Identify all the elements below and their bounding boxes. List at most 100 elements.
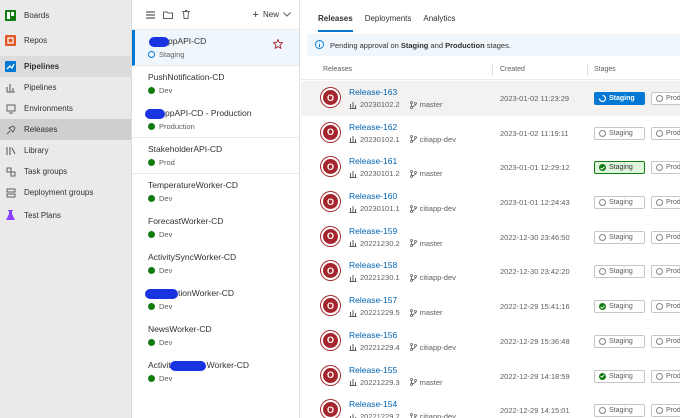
- branch-name: master: [419, 100, 443, 109]
- created-date: 2023-01-02 11:23:29: [500, 94, 570, 103]
- delete-icon[interactable]: [180, 9, 192, 21]
- stage-staging[interactable]: Staging: [594, 300, 645, 314]
- nav-item-test-plans[interactable]: Test Plans: [0, 205, 131, 226]
- definition-name: ActivitySyncWorker-CD: [148, 252, 237, 262]
- tab-releases[interactable]: Releases: [318, 14, 353, 32]
- release-name-link[interactable]: Release-162: [349, 122, 397, 132]
- table-row[interactable]: O Release-156 20221229.4 citiapp-dev 2022-12…: [301, 324, 680, 359]
- definition-item[interactable]: Activit Worker-CD Dev: [132, 354, 299, 390]
- stage-staging[interactable]: Staging: [594, 230, 645, 244]
- definition-env: Dev: [159, 374, 173, 383]
- release-name-link[interactable]: Release-158: [349, 260, 397, 270]
- stage-staging[interactable]: Staging: [594, 196, 645, 210]
- stage-production[interactable]: Produ: [651, 369, 680, 383]
- stage-production[interactable]: Produ: [651, 161, 680, 175]
- succeeded-status-icon: [148, 267, 155, 274]
- nav-item-library[interactable]: Library: [0, 140, 131, 161]
- stage-label: Staging: [609, 164, 633, 172]
- not-deployed-icon: [656, 129, 663, 137]
- table-row[interactable]: O Release-158 20221230.1 citiapp-dev 2022-12…: [301, 254, 680, 289]
- build-icon: [350, 413, 356, 418]
- branch-icon: [409, 100, 417, 109]
- stage-production[interactable]: Produ: [651, 196, 680, 210]
- nav-item-deployment-groups[interactable]: Deployment groups: [0, 182, 131, 203]
- release-name-link[interactable]: Release-160: [349, 191, 397, 201]
- not-deployed-icon: [599, 337, 606, 345]
- table-row[interactable]: O Release-159 20221230.2 master 2022-12-30 2…: [301, 220, 680, 255]
- release-name-link[interactable]: Release-163: [349, 87, 397, 97]
- definition-item[interactable]: ppAPI-CD - Production Production: [132, 102, 299, 138]
- build-icon: [349, 379, 357, 386]
- release-name-link[interactable]: Release-155: [349, 365, 397, 375]
- nav-item-pipelines-sub[interactable]: Pipelines: [0, 77, 131, 98]
- definition-item[interactable]: ActivitySyncWorker-CD Dev: [132, 246, 299, 282]
- stage-staging[interactable]: Staging: [594, 161, 645, 175]
- stage-production[interactable]: Produ: [651, 334, 680, 348]
- pipeline-sub-icon: [5, 83, 16, 93]
- releases-icon: [5, 124, 16, 135]
- stage-production[interactable]: Produ: [651, 404, 680, 418]
- release-name-link[interactable]: Release-157: [349, 295, 397, 305]
- release-name-link[interactable]: Release-156: [349, 330, 397, 340]
- definition-item[interactable]: ppAPI-CD Staging: [132, 30, 299, 66]
- in-progress-icon: [599, 95, 606, 102]
- nav-item-releases[interactable]: Releases: [0, 119, 131, 140]
- build-number: 20230101.1: [360, 204, 400, 214]
- tab-deployments[interactable]: Deployments: [365, 14, 412, 32]
- nav-item-task-groups[interactable]: Task groups: [0, 161, 131, 182]
- stage-staging[interactable]: Staging: [594, 92, 645, 105]
- definition-item[interactable]: NewsWorker-CD Dev: [132, 318, 299, 354]
- created-date: 2022-12-29 14:15:01: [500, 406, 570, 416]
- favorite-star-icon[interactable]: [272, 38, 284, 50]
- definitions-toolbar: + New: [132, 0, 299, 30]
- definition-env: Dev: [159, 230, 173, 239]
- stage-staging[interactable]: Staging: [594, 404, 645, 418]
- new-button[interactable]: + New: [253, 9, 291, 20]
- build-number: 20221230.1: [360, 273, 400, 283]
- stage-label: Produ: [666, 337, 680, 345]
- nav-item-boards[interactable]: Boards: [0, 0, 131, 30]
- release-name-link[interactable]: Release-154: [349, 399, 397, 409]
- definition-item[interactable]: tionWorker-CD Dev: [132, 282, 299, 318]
- stage-staging[interactable]: Staging: [594, 369, 645, 383]
- stage-label: Produ: [666, 303, 680, 311]
- stage-label: Produ: [666, 199, 680, 207]
- release-name-link[interactable]: Release-159: [349, 226, 397, 236]
- release-name-link[interactable]: Release-161: [349, 156, 397, 166]
- folder-icon[interactable]: [162, 9, 174, 21]
- table-row[interactable]: O Release-160 20230101.1 citiapp-dev 2023-01…: [301, 185, 680, 220]
- nav-item-environments[interactable]: Environments: [0, 98, 131, 119]
- created-date: 2023-01-01 12:29:12: [500, 163, 570, 173]
- stage-staging[interactable]: Staging: [594, 126, 645, 140]
- stage-production[interactable]: Produ: [651, 126, 680, 140]
- definition-item[interactable]: PushNotification-CD Dev: [132, 66, 299, 102]
- not-deployed-icon: [599, 233, 606, 241]
- table-row[interactable]: O Release-161 20230101.2 master 2023-01-01 1…: [301, 150, 680, 185]
- stage-staging[interactable]: Staging: [594, 265, 645, 279]
- definition-item[interactable]: ForecastWorker-CD Dev: [132, 210, 299, 246]
- stage-production[interactable]: Produ: [651, 265, 680, 279]
- tab-analytics[interactable]: Analytics: [423, 14, 455, 32]
- nav-item-repos[interactable]: Repos: [0, 30, 131, 51]
- stage-production[interactable]: Produ: [651, 300, 680, 314]
- table-row[interactable]: O Release-163 20230102.2 master 2023-01-02 1…: [301, 81, 680, 116]
- stage-production[interactable]: Produ: [651, 92, 680, 105]
- stage-production[interactable]: Produ: [651, 230, 680, 244]
- branch-name: master: [419, 238, 443, 248]
- not-deployed-icon: [656, 407, 663, 415]
- table-row[interactable]: O Release-155 20221229.3 master 2022-12-29 1…: [301, 359, 680, 394]
- stage-staging[interactable]: Staging: [594, 334, 645, 348]
- succeeded-status-icon: [148, 159, 155, 166]
- table-row[interactable]: O Release-154 20221229.2 citiapp-dev 2022-12…: [301, 393, 680, 418]
- list-view-icon[interactable]: [144, 9, 156, 21]
- table-row[interactable]: O Release-157 20221229.5 master 2022-12-29 1…: [301, 289, 680, 324]
- nav-item-pipelines[interactable]: Pipelines: [0, 56, 131, 77]
- nav-item-label: Pipelines: [24, 83, 57, 92]
- table-row[interactable]: O Release-162 20230102.1 citiapp-dev 2023-01…: [301, 116, 680, 151]
- column-header-releases: Releases: [323, 66, 353, 73]
- definition-item[interactable]: StakeholderAPI-CD Prod: [132, 138, 299, 174]
- build-icon: [349, 309, 357, 317]
- definition-env: Dev: [159, 86, 173, 95]
- definition-item[interactable]: TemperatureWorker-CD Dev: [132, 174, 299, 210]
- nav-item-label: Pipelines: [24, 62, 60, 71]
